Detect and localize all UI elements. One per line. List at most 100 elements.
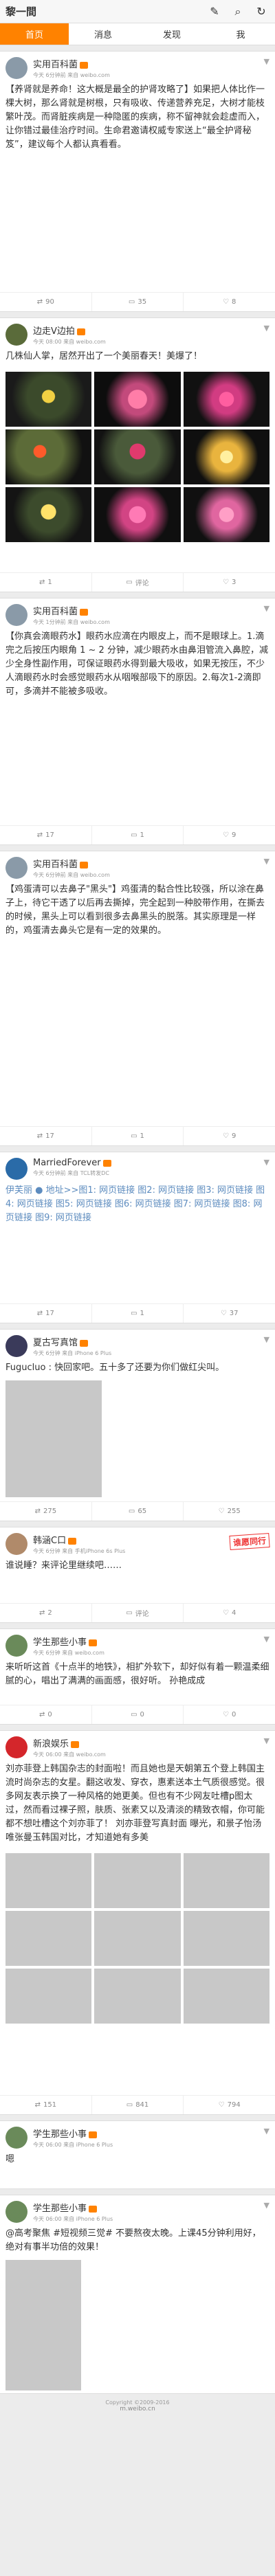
footer-site[interactable]: m.weibo.cn — [0, 2406, 275, 2412]
post-image[interactable] — [6, 1911, 92, 1966]
username[interactable]: 学生那些小事 — [33, 2204, 87, 2214]
cactus-flower-image[interactable] — [6, 429, 92, 484]
cactus-flower-image[interactable] — [183, 372, 270, 427]
cactus-flower-image[interactable] — [183, 487, 270, 542]
avatar[interactable] — [6, 1736, 28, 1758]
cactus-flower-image[interactable] — [94, 429, 181, 484]
chevron-down-icon[interactable]: ▼ — [258, 1736, 270, 1745]
repost-button[interactable]: ⇄ 275 — [0, 1502, 91, 1521]
avatar[interactable] — [6, 2127, 28, 2149]
repost-button[interactable]: ⇄ 17 — [0, 1127, 91, 1145]
like-icon: ♡ — [223, 579, 229, 586]
comment-icon: ▭ — [126, 579, 133, 586]
username[interactable]: 夏古写真馆 — [33, 1338, 78, 1348]
tab-discover[interactable]: 发现 — [138, 23, 206, 45]
post-image[interactable] — [183, 1911, 270, 1966]
username[interactable]: 新浪娱乐 — [33, 1739, 69, 1749]
edit-icon[interactable]: ✎ — [206, 3, 223, 20]
like-button[interactable]: ♡ 37 — [183, 1304, 275, 1323]
comment-button[interactable]: ▭ 35 — [91, 293, 184, 311]
like-button[interactable]: ♡ 0 — [183, 1705, 275, 1724]
like-button[interactable]: ♡ 9 — [183, 826, 275, 844]
avatar[interactable] — [6, 1335, 28, 1357]
repost-button[interactable]: ⇄ 151 — [0, 2096, 91, 2114]
comment-button[interactable]: ▭ 评论 — [91, 1604, 184, 1622]
comment-button[interactable]: ▭ 1 — [91, 1304, 184, 1323]
repost-button[interactable]: ⇄ 17 — [0, 826, 91, 844]
post-image[interactable] — [183, 1969, 270, 2024]
like-button[interactable]: ♡ 255 — [183, 1502, 275, 1521]
post-image[interactable] — [6, 2260, 81, 2390]
tab-home[interactable]: 首页 — [0, 23, 69, 45]
username[interactable]: 学生那些小事 — [33, 1637, 87, 1648]
avatar[interactable] — [6, 857, 28, 879]
post-text: @高考聚焦 #短视频三觉# 不要熬夜太晚。上课45分钟利用好，绝对有事半功倍的效… — [6, 2228, 261, 2252]
avatar[interactable] — [6, 604, 28, 626]
avatar[interactable] — [6, 57, 28, 79]
chevron-down-icon[interactable]: ▼ — [258, 324, 270, 333]
like-count: 3 — [231, 579, 236, 586]
comment-icon: ▭ — [131, 1132, 138, 1140]
like-button[interactable]: ♡ 4 — [183, 1604, 275, 1622]
cactus-flower-image[interactable] — [6, 372, 92, 427]
comment-count: 0 — [140, 1711, 144, 1718]
like-button[interactable]: ♡ 794 — [183, 2096, 275, 2114]
avatar[interactable] — [6, 1635, 28, 1657]
chevron-down-icon[interactable]: ▼ — [258, 604, 270, 613]
post-time: 今天 6分钟 来自 weibo.com — [33, 1650, 104, 1656]
like-button[interactable]: ♡ 3 — [183, 573, 275, 592]
username[interactable]: 实用百科菌 — [33, 860, 78, 870]
username[interactable]: 韩涵C口 — [33, 1536, 66, 1546]
comment-button[interactable]: ▭ 65 — [91, 1502, 184, 1521]
cactus-flower-image[interactable] — [94, 487, 181, 542]
comment-button[interactable]: ▭ 1 — [91, 826, 184, 844]
username[interactable]: MarriedForever — [33, 1158, 101, 1168]
post-image[interactable] — [6, 1969, 92, 2024]
repost-button[interactable]: ⇄ 0 — [0, 1705, 91, 1724]
app-title[interactable]: 黎一間 — [6, 4, 199, 19]
avatar[interactable] — [6, 2201, 28, 2223]
vip-icon — [80, 1339, 89, 1347]
post-text: 几株仙人掌，居然开出了一个美丽春天！美爆了！ — [6, 351, 203, 361]
chevron-down-icon[interactable]: ▼ — [258, 857, 270, 866]
chevron-down-icon[interactable]: ▼ — [258, 1158, 270, 1167]
repost-button[interactable]: ⇄ 1 — [0, 573, 91, 592]
username[interactable]: 实用百科菌 — [33, 60, 78, 70]
chevron-down-icon[interactable]: ▼ — [258, 2201, 270, 2210]
vip-icon — [68, 1537, 77, 1545]
comment-button[interactable]: ▭ 841 — [91, 2096, 184, 2114]
avatar[interactable] — [6, 324, 28, 346]
post-text[interactable]: 伊芙丽 ● 地址>>图1: 网页链接 图2: 网页链接 图3: 网页链接 图4:… — [0, 1183, 275, 1231]
repost-button[interactable]: ⇄ 17 — [0, 1304, 91, 1323]
avatar[interactable] — [6, 1533, 28, 1555]
chevron-down-icon[interactable]: ▼ — [258, 1335, 270, 1344]
post-image[interactable] — [6, 1853, 92, 1908]
comment-button[interactable]: ▭ 评论 — [91, 573, 184, 592]
post-image[interactable] — [6, 1380, 102, 1497]
comment-button[interactable]: ▭ 1 — [91, 1127, 184, 1145]
cactus-flower-image[interactable] — [183, 429, 270, 484]
username[interactable]: 实用百科菌 — [33, 607, 78, 617]
like-count: 0 — [231, 1711, 236, 1718]
username[interactable]: 边走V边拍 — [33, 326, 75, 337]
repost-button[interactable]: ⇄ 90 — [0, 293, 91, 311]
chevron-down-icon[interactable]: ▼ — [258, 57, 270, 66]
username[interactable]: 学生那些小事 — [33, 2129, 87, 2140]
tab-messages[interactable]: 消息 — [69, 23, 138, 45]
chevron-down-icon[interactable]: ▼ — [258, 2127, 270, 2136]
refresh-icon[interactable]: ↻ — [253, 3, 270, 20]
search-icon[interactable]: ⌕ — [230, 3, 246, 20]
post-image[interactable] — [94, 1969, 181, 2024]
repost-button[interactable]: ⇄ 2 — [0, 1604, 91, 1622]
cactus-flower-image[interactable] — [6, 487, 92, 542]
post-image[interactable] — [183, 1853, 270, 1908]
like-button[interactable]: ♡ 8 — [183, 293, 275, 311]
cactus-flower-image[interactable] — [94, 372, 181, 427]
comment-button[interactable]: ▭ 0 — [91, 1705, 184, 1724]
post-image[interactable] — [94, 1911, 181, 1966]
like-button[interactable]: ♡ 9 — [183, 1127, 275, 1145]
tab-me[interactable]: 我 — [206, 23, 275, 45]
chevron-down-icon[interactable]: ▼ — [258, 1635, 270, 1644]
post-image[interactable] — [94, 1853, 181, 1908]
avatar[interactable] — [6, 1158, 28, 1180]
